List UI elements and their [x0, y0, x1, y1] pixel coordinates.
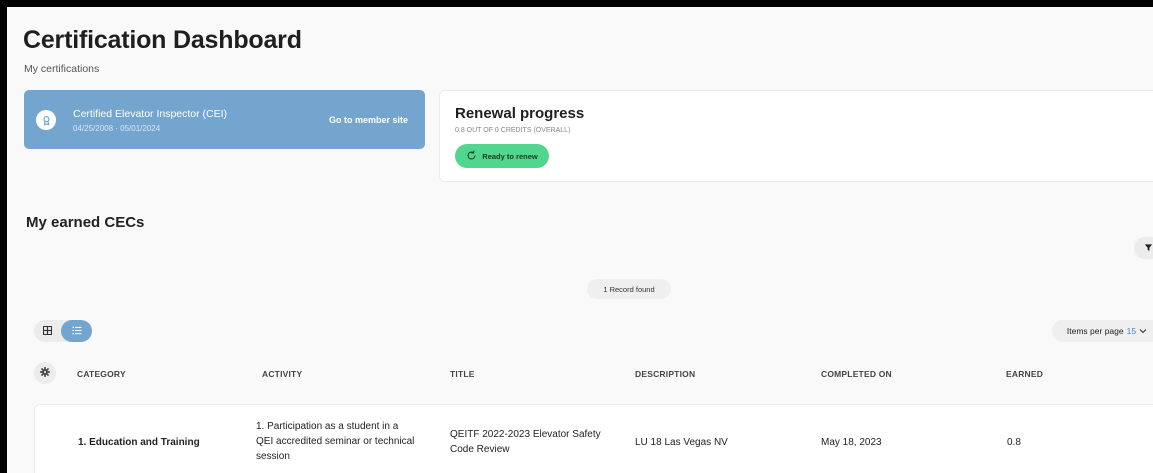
- ribbon-icon: [36, 110, 56, 130]
- list-icon: [71, 322, 82, 340]
- filter-icon: [1144, 239, 1153, 257]
- renewal-title: Renewal progress: [455, 105, 585, 122]
- member-site-link[interactable]: Go to member site: [329, 115, 408, 125]
- column-header-title[interactable]: TITLE: [450, 369, 475, 379]
- cell-activity: 1. Participation as a student in a QEI a…: [256, 421, 415, 462]
- column-header-activity[interactable]: ACTIVITY: [262, 369, 302, 379]
- view-toggle: [34, 320, 92, 342]
- column-header-completed-on[interactable]: COMPLETED ON: [821, 369, 892, 379]
- grid-view-button[interactable]: [34, 320, 61, 342]
- renew-icon: [466, 149, 477, 163]
- column-header-description[interactable]: DESCRIPTION: [635, 369, 695, 379]
- ready-to-renew-label: Ready to renew: [482, 151, 538, 161]
- page-subtitle: My certifications: [24, 63, 100, 75]
- chevron-down-icon: [1139, 326, 1147, 336]
- cell-title: QEITF 2022-2023 Elevator Safety Code Rev…: [450, 429, 601, 455]
- table-row[interactable]: 1. Education and Training 1. Participati…: [34, 404, 1153, 473]
- grid-icon: [42, 322, 53, 340]
- section-title: My earned CECs: [26, 214, 145, 231]
- items-per-page-select[interactable]: Items per page 15: [1052, 320, 1153, 342]
- filter-button[interactable]: [1134, 237, 1153, 259]
- gear-icon: [39, 364, 51, 382]
- certification-card[interactable]: Certified Elevator Inspector (CEI) 04/25…: [24, 90, 425, 149]
- page-title: Certification Dashboard: [23, 26, 302, 54]
- ready-to-renew-button[interactable]: Ready to renew: [455, 144, 549, 168]
- dashboard-frame: Certification Dashboard My certification…: [7, 7, 1153, 473]
- column-settings-button[interactable]: [34, 362, 56, 384]
- column-header-category[interactable]: CATEGORY: [77, 369, 126, 379]
- certification-name: Certified Elevator Inspector (CEI): [73, 108, 228, 120]
- cell-description: LU 18 Las Vegas NV: [635, 437, 728, 448]
- certification-dates: 04/25/2008 · 05/01/2024: [73, 124, 161, 133]
- cell-completed-on: May 18, 2023: [821, 437, 882, 448]
- items-per-page-label: Items per page: [1066, 326, 1124, 336]
- cell-category: 1. Education and Training: [78, 437, 200, 448]
- column-header-earned[interactable]: EARNED: [1006, 369, 1043, 379]
- cell-earned: 0.8: [1007, 437, 1021, 448]
- renewal-card: Renewal progress 0.8 OUT OF 0 CREDITS (O…: [439, 90, 1153, 182]
- list-view-button[interactable]: [61, 320, 92, 342]
- renewal-credits: 0.8 OUT OF 0 CREDITS (OVERALL): [455, 127, 571, 134]
- records-found-badge: 1 Record found: [587, 279, 671, 299]
- items-per-page-value: 15: [1126, 326, 1137, 336]
